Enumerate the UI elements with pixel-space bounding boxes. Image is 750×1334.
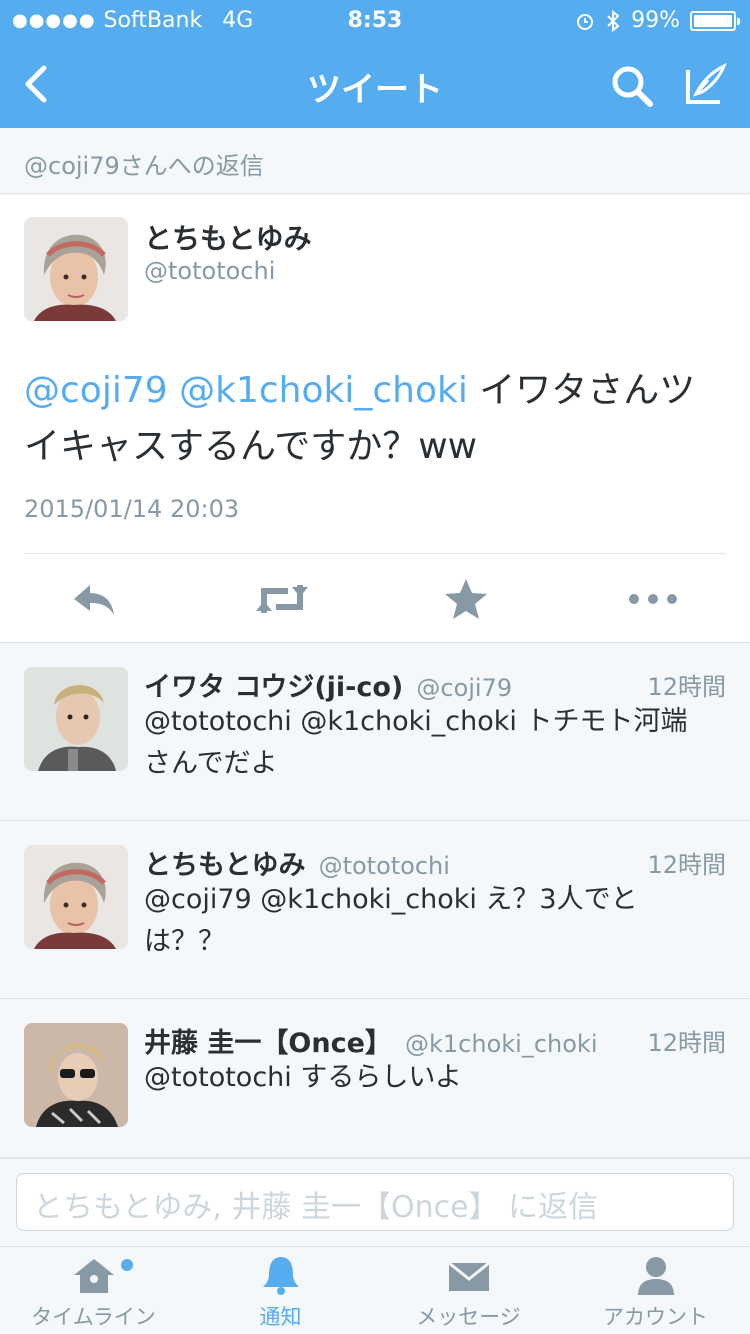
avatar[interactable]: [24, 1023, 128, 1127]
reply-tweet[interactable]: イワタ コウジ(ji-co) @coji79 12時間 @tototochi @…: [0, 643, 750, 821]
tab-label: アカウント: [603, 1305, 708, 1329]
battery-percent: 99%: [631, 8, 680, 33]
main-tweet: とちもとゆみ @tototochi @coji79 @k1choki_choki…: [0, 195, 750, 643]
author-handle[interactable]: @tototochi: [144, 257, 275, 285]
retweet-icon[interactable]: [254, 577, 310, 621]
reply-text: @tototochi @k1choki_choki トチモト河端さんでだよ: [144, 706, 688, 779]
author-name[interactable]: とちもとゆみ: [144, 217, 311, 257]
status-bar: ●●●●● SoftBank 4G 8:53 99%: [0, 0, 750, 40]
reply-compose-bar: とちもとゆみ, 井藤 圭一【Once】 に返信: [0, 1158, 750, 1246]
reply-context-text: @coji79さんへの返信: [24, 152, 264, 180]
compose-icon[interactable]: [682, 60, 730, 108]
mention-link[interactable]: @k1choki_choki: [179, 370, 468, 411]
envelope-icon: [448, 1261, 490, 1291]
more-options-icon[interactable]: [626, 577, 680, 621]
bluetooth-icon: [607, 9, 620, 32]
tab-notifications[interactable]: 通知: [187, 1247, 374, 1334]
home-icon: [74, 1259, 114, 1293]
reply-tweet[interactable]: とちもとゆみ @tototochi 12時間 @coji79 @k1choki_…: [0, 821, 750, 999]
unread-badge: [121, 1259, 133, 1271]
reply-input[interactable]: とちもとゆみ, 井藤 圭一【Once】 に返信: [16, 1173, 734, 1231]
reply-header: イワタ コウジ(ji-co) @coji79 12時間: [144, 665, 726, 703]
reply-text: @tototochi するらしいよ: [144, 1062, 462, 1093]
tweet-timestamp: 2015/01/14 20:03: [24, 495, 240, 523]
favorite-star-icon[interactable]: [442, 577, 490, 621]
search-icon[interactable]: [608, 62, 656, 110]
mention-link[interactable]: @coji79: [24, 370, 168, 411]
bell-icon: [263, 1257, 299, 1295]
divider: [24, 553, 726, 554]
tab-timeline[interactable]: タイムライン: [0, 1247, 187, 1334]
reply-header: とちもとゆみ @tototochi 12時間: [144, 843, 726, 881]
tab-label: メッセージ: [416, 1305, 521, 1329]
person-icon: [638, 1257, 674, 1295]
status-right: 99%: [575, 8, 740, 33]
tab-label: タイムライン: [31, 1305, 156, 1329]
reply-context-bar[interactable]: @coji79さんへの返信: [0, 128, 750, 194]
reply-tweet[interactable]: 井藤 圭一【Once】 @k1choki_choki 12時間 @tototoc…: [0, 999, 750, 1158]
reply-text: @coji79 @k1choki_choki え？3人でとは？？: [144, 884, 638, 957]
battery-fill: [694, 14, 732, 27]
reply-header: 井藤 圭一【Once】 @k1choki_choki 12時間: [144, 1021, 726, 1059]
reply-time: 12時間: [647, 851, 726, 879]
reply-time: 12時間: [647, 1029, 726, 1057]
reply-author-name[interactable]: とちもとゆみ: [144, 850, 305, 881]
nav-bar: ツイート: [0, 44, 750, 128]
reply-author-name[interactable]: 井藤 圭一【Once】: [144, 1028, 392, 1059]
reply-author-handle[interactable]: @k1choki_choki: [405, 1030, 597, 1058]
tab-bar: タイムライン 通知 メッセージ アカウント: [0, 1246, 750, 1334]
avatar[interactable]: [24, 845, 128, 949]
reply-icon[interactable]: [70, 577, 118, 621]
tab-label: 通知: [259, 1305, 302, 1329]
reply-author-handle[interactable]: @tototochi: [319, 852, 450, 880]
battery-icon: [690, 10, 740, 31]
reply-author-name[interactable]: イワタ コウジ(ji-co): [144, 672, 403, 703]
tweet-text: @coji79 @k1choki_choki イワタさんツイキャスするんですか？…: [24, 363, 724, 475]
reply-author-handle[interactable]: @coji79: [416, 674, 512, 702]
reply-time: 12時間: [647, 673, 726, 701]
avatar[interactable]: [24, 667, 128, 771]
header-bar: ●●●●● SoftBank 4G 8:53 99% ツイート: [0, 0, 750, 128]
avatar[interactable]: [24, 217, 128, 321]
tab-account[interactable]: アカウント: [562, 1247, 749, 1334]
alarm-icon: [577, 13, 594, 30]
tab-messages[interactable]: メッセージ: [375, 1247, 562, 1334]
